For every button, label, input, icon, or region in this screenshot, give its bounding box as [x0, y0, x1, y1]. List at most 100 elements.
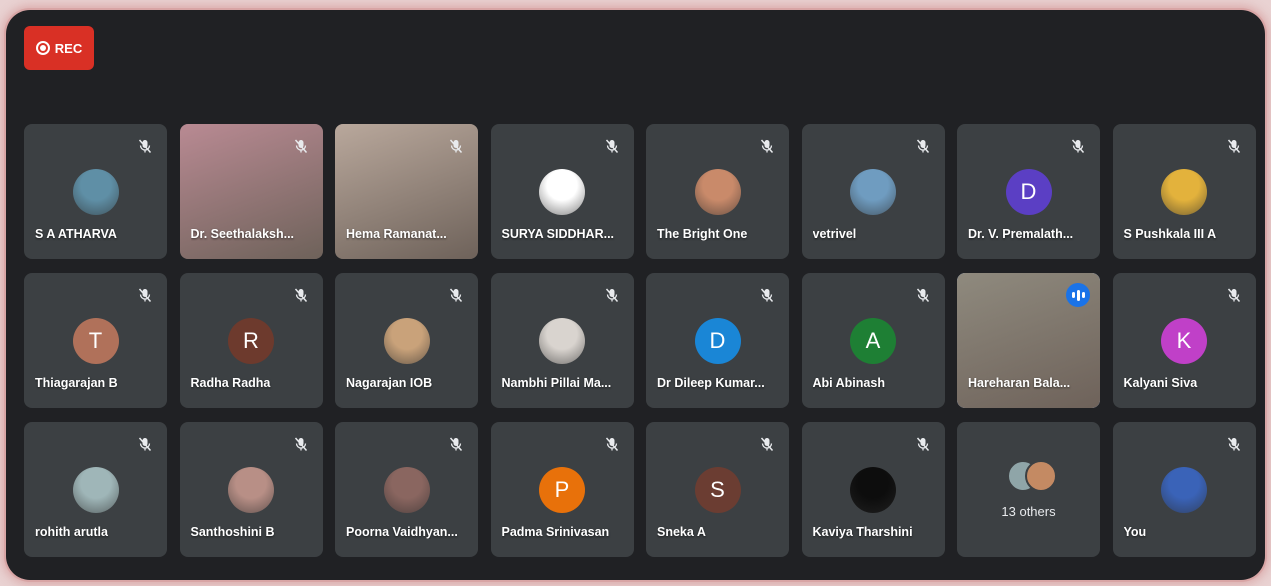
avatar: T — [72, 318, 119, 364]
participant-tile[interactable]: T Thiagarajan B — [24, 273, 167, 408]
participant-name: The Bright One — [657, 227, 748, 241]
avatar — [228, 467, 274, 513]
mic-off-icon — [448, 138, 464, 154]
participant-name: Poorna Vaidhyan... — [346, 525, 458, 539]
participant-tile[interactable]: rohith arutla — [24, 422, 167, 557]
avatar-initial: D — [1020, 179, 1037, 204]
participant-name: vetrivel — [812, 227, 857, 241]
participant-name: S Pushkala III A — [1123, 227, 1217, 241]
participant-name: Dr Dileep Kumar... — [657, 376, 765, 390]
recording-label: REC — [54, 40, 83, 56]
participant-name: Dr. V. Premalath... — [968, 227, 1074, 241]
mic-off-icon — [759, 138, 775, 154]
participant-name: Kaviya Tharshini — [812, 525, 913, 539]
participant-name: Thiagarajan B — [35, 376, 118, 390]
participant-tile[interactable]: Santhoshini B — [179, 422, 323, 557]
mic-off-icon — [137, 138, 153, 154]
mic-off-icon — [448, 436, 464, 452]
participant-tile[interactable]: You — [1112, 422, 1256, 557]
avatar — [1024, 460, 1057, 492]
participant-name: Sneka A — [657, 525, 706, 539]
participant-tile[interactable]: Poorna Vaidhyan... — [335, 422, 478, 557]
participant-tile[interactable]: R Radha Radha — [179, 273, 323, 408]
participant-name: Kalyani Siva — [1123, 376, 1198, 390]
avatar — [850, 467, 896, 513]
participant-tile[interactable]: A Abi Abinash — [801, 273, 945, 408]
mic-off-icon — [604, 138, 620, 154]
mic-off-icon — [915, 287, 931, 303]
participant-tile[interactable]: SURYA SIDDHAR... — [490, 124, 634, 259]
participant-tile[interactable]: D Dr. V. Premalath... — [957, 124, 1100, 259]
mic-off-icon — [293, 436, 309, 452]
participant-name: S A ATHARVA — [35, 227, 117, 241]
avatar — [850, 169, 896, 215]
participant-name: Nambhi Pillai Ma... — [501, 376, 612, 390]
participant-tile[interactable]: Hema Ramanat... — [335, 124, 478, 259]
participant-name: Santhoshini B — [190, 525, 275, 539]
avatar-initial: S — [710, 477, 725, 502]
mic-off-icon — [293, 287, 309, 303]
mic-off-icon — [1070, 138, 1086, 154]
others-count-label: 13 others — [1001, 504, 1056, 519]
avatar: P — [539, 467, 585, 513]
participant-tile[interactable]: P Padma Srinivasan — [490, 422, 634, 557]
participant-name: rohith arutla — [35, 525, 108, 539]
participant-tile[interactable]: vetrivel — [801, 124, 945, 259]
participant-name: You — [1123, 525, 1147, 539]
avatar: A — [850, 318, 896, 364]
participant-name: Abi Abinash — [812, 376, 885, 390]
participant-tile[interactable]: D Dr Dileep Kumar... — [646, 273, 789, 408]
participant-tile[interactable]: Nagarajan IOB — [335, 273, 478, 408]
participant-name: Nagarajan IOB — [346, 376, 433, 390]
avatar — [72, 169, 119, 215]
mic-off-icon — [137, 436, 153, 452]
avatar: S — [694, 467, 741, 513]
others-tile[interactable]: 13 others — [957, 422, 1100, 557]
recording-indicator: REC — [24, 26, 94, 70]
participant-name: Padma Srinivasan — [501, 525, 610, 539]
avatar: R — [228, 318, 274, 364]
avatar-initial: R — [243, 328, 259, 353]
participant-name: SURYA SIDDHAR... — [501, 227, 615, 241]
participant-tile[interactable]: S A ATHARVA — [24, 124, 167, 259]
mic-off-icon — [604, 436, 620, 452]
avatar — [383, 318, 430, 364]
mic-off-icon — [915, 436, 931, 452]
mic-off-icon — [759, 436, 775, 452]
participant-tile[interactable]: Kaviya Tharshini — [801, 422, 945, 557]
mic-off-icon — [137, 287, 153, 303]
participant-tile[interactable]: Dr. Seethalaksh... — [179, 124, 323, 259]
avatar — [1161, 169, 1207, 215]
avatar-initial: A — [865, 328, 881, 353]
avatar: D — [1005, 169, 1052, 215]
avatar — [694, 169, 741, 215]
mic-off-icon — [759, 287, 775, 303]
participant-tile[interactable]: S Sneka A — [646, 422, 789, 557]
avatar — [539, 318, 585, 364]
mic-off-icon[interactable] — [1226, 436, 1242, 452]
avatar: D — [694, 318, 741, 364]
mic-off-icon — [604, 287, 620, 303]
speaking-indicator-icon — [1066, 283, 1090, 307]
mic-off-icon — [915, 138, 931, 154]
meeting-window: REC S A ATHARVA Dr. Seethalaksh... Hema Ra… — [6, 10, 1265, 580]
avatar — [72, 467, 119, 513]
avatar — [539, 169, 585, 215]
avatar-initial: K — [1176, 328, 1192, 353]
participant-tile[interactable]: Nambhi Pillai Ma... — [490, 273, 634, 408]
participant-name: Dr. Seethalaksh... — [190, 227, 295, 241]
record-icon — [35, 41, 50, 55]
participant-tile[interactable]: S Pushkala III A — [1112, 124, 1256, 259]
avatar — [1161, 467, 1207, 513]
participant-name: Radha Radha — [190, 376, 271, 390]
avatar — [383, 467, 430, 513]
participant-tile[interactable]: The Bright One — [646, 124, 789, 259]
avatar-initial: P — [554, 477, 570, 502]
avatar-initial: D — [709, 328, 726, 353]
participant-tile[interactable]: K Kalyani Siva — [1112, 273, 1256, 408]
mic-off-icon — [1226, 138, 1242, 154]
mic-off-icon — [293, 138, 309, 154]
participant-tile[interactable]: Hareharan Bala... — [957, 273, 1100, 408]
others-avatars — [1001, 458, 1057, 492]
avatar-initial: T — [88, 328, 103, 353]
